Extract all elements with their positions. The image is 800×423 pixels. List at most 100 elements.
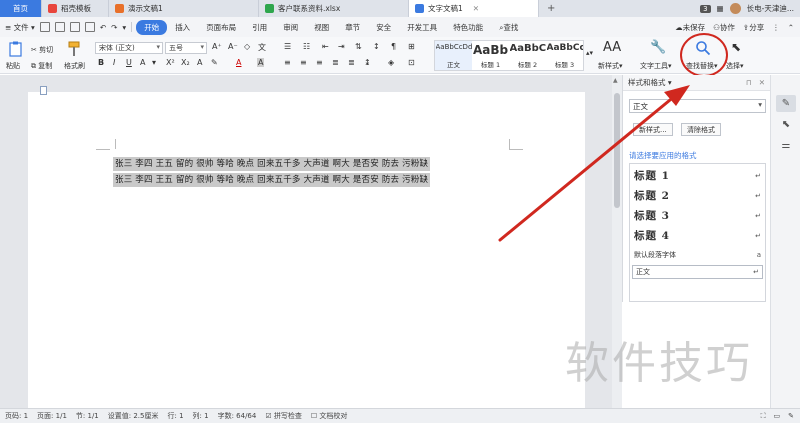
menu-security[interactable]: 安全 — [368, 20, 399, 35]
pin-icon[interactable]: ⊓ — [746, 78, 752, 87]
menu-references[interactable]: 引用 — [244, 20, 275, 35]
outdent-icon[interactable]: ⇤ — [322, 42, 329, 51]
menu-search[interactable]: ⌕查找 — [491, 20, 526, 35]
save-icon[interactable] — [39, 22, 50, 32]
list-item[interactable]: 标题 2 ↵ — [634, 188, 761, 203]
table-icon[interactable]: ⊞ — [408, 42, 415, 51]
align-right-icon[interactable]: ≡ — [316, 58, 323, 67]
menu-insert[interactable]: 插入 — [167, 20, 198, 35]
document-page[interactable]: 张三 李四 王五 留的 很帅 等哈 晚点 回来五千多 大声道 啊大 是否安 防去… — [28, 92, 585, 408]
file-menu[interactable]: ≡ 文件 ▾ — [5, 22, 35, 33]
redo-icon[interactable]: ↷ — [111, 23, 117, 32]
list-item[interactable]: 标题 1 ↵ — [634, 168, 761, 183]
indent-icon[interactable]: ⇥ — [338, 42, 345, 51]
chevron-down-icon[interactable]: ▾ — [152, 58, 156, 67]
style-heading-3[interactable]: AaBbCc 标题 3 — [546, 41, 583, 70]
text-tools-button[interactable]: 文字工具▾ — [640, 61, 672, 71]
clear-format-button[interactable]: 清除格式 — [681, 123, 721, 136]
sort-icon[interactable]: ↕ — [373, 42, 380, 51]
copy-button[interactable]: ⧉ 复制 — [31, 61, 52, 71]
style-normal[interactable]: AaBbCcDd 正文 — [435, 41, 472, 70]
shading-icon[interactable]: ◈ — [388, 58, 394, 67]
chevron-down-icon[interactable]: ▾ — [122, 23, 126, 32]
status-section[interactable]: 节: 1/1 — [76, 411, 99, 421]
subscript-icon[interactable]: X₂ — [181, 58, 190, 67]
edit-mode-icon[interactable]: ✎ — [788, 412, 794, 420]
paste-icon[interactable] — [8, 41, 24, 57]
font-color-icon[interactable]: A — [236, 58, 241, 67]
strike-icon[interactable]: A — [140, 58, 145, 67]
document-text-line[interactable]: 张三 李四 王五 留的 很帅 等哈 晚点 回来五千多 大声道 啊大 是否安 防去… — [113, 173, 431, 187]
select-cursor-icon[interactable]: ⬉ — [776, 116, 796, 133]
underline-icon[interactable]: U — [126, 58, 132, 67]
current-style-select[interactable]: 正文 — [629, 99, 766, 113]
char-shading-icon[interactable]: A — [257, 58, 265, 67]
tab-writer-document[interactable]: 文字文稿1 ✕ — [409, 0, 539, 17]
menu-page-layout[interactable]: 页面布局 — [198, 20, 244, 35]
new-style-button[interactable]: 新样式▾ — [598, 61, 623, 71]
avatar[interactable] — [729, 3, 741, 14]
tab-spreadsheet[interactable]: 客户联系资料.xlsx — [259, 0, 409, 17]
cut-button[interactable]: ✂ 剪切 — [31, 45, 53, 55]
menu-developer[interactable]: 开发工具 — [399, 20, 445, 35]
web-layout-icon[interactable]: ▭ — [774, 412, 781, 420]
status-page[interactable]: 页面: 1/1 — [37, 411, 67, 421]
tab-docer-templates[interactable]: 稻壳模板 — [42, 0, 109, 17]
new-style-icon[interactable]: AA — [603, 40, 621, 55]
list-item[interactable]: 默认段落字体 a — [634, 250, 761, 260]
scroll-up-icon[interactable]: ▲ — [613, 77, 618, 84]
unsaved-status[interactable]: ☁未保存 — [675, 22, 705, 33]
numbered-list-icon[interactable]: ☷ — [303, 42, 310, 51]
line-spacing-icon[interactable]: ↨ — [364, 58, 371, 67]
menu-special[interactable]: 特色功能 — [445, 20, 491, 35]
paste-label[interactable]: 粘贴 — [6, 61, 20, 71]
format-painter-icon[interactable] — [66, 41, 82, 57]
share-button[interactable]: ⇪分享 — [743, 22, 764, 33]
chinese-layout-icon[interactable]: ⇅ — [355, 42, 362, 51]
new-tab-button[interactable]: + — [539, 0, 563, 17]
username[interactable]: 长电-天津迪... — [747, 3, 794, 14]
status-word-count[interactable]: 字数: 64/64 — [218, 411, 257, 421]
proofread-button[interactable]: ☐ 文档校对 — [311, 411, 348, 421]
status-setting[interactable]: 设置值: 2.5厘米 — [108, 411, 159, 421]
border-icon[interactable]: ⊡ — [408, 58, 415, 67]
undo-icon[interactable]: ↶ — [100, 23, 106, 32]
font-family-select[interactable]: 宋体 (正文) — [95, 42, 163, 54]
list-item[interactable]: 正文 ↵ — [632, 265, 763, 279]
superscript-icon[interactable]: X² — [166, 58, 175, 67]
style-gallery-more-icon[interactable]: ▴▾ — [586, 49, 593, 57]
show-marks-icon[interactable]: ¶ — [391, 42, 396, 51]
bullet-list-icon[interactable]: ☰ — [284, 42, 291, 51]
clear-format-icon[interactable]: ◇ — [244, 42, 250, 51]
grid-icon[interactable]: ▦ — [717, 4, 724, 13]
fullscreen-icon[interactable]: ⛶ — [761, 412, 766, 421]
menu-view[interactable]: 视图 — [306, 20, 337, 35]
list-item[interactable]: 标题 4 ↵ — [634, 228, 761, 243]
bold-icon[interactable]: B — [98, 58, 104, 67]
menu-chapter[interactable]: 章节 — [337, 20, 368, 35]
preview-icon[interactable] — [84, 22, 95, 32]
italic-icon[interactable]: I — [113, 58, 115, 67]
more-icon[interactable]: ⋮ — [772, 23, 780, 32]
format-painter-label[interactable]: 格式刷 — [64, 61, 85, 71]
chevron-up-icon[interactable]: ⌃ — [788, 23, 794, 32]
text-effect-icon[interactable]: A — [197, 58, 202, 67]
list-item[interactable]: 标题 3 ↵ — [634, 208, 761, 223]
style-heading-1[interactable]: AaBb 标题 1 — [472, 41, 509, 70]
spell-check-button[interactable]: ☑ 拼写检查 — [265, 411, 302, 421]
new-style-pane-button[interactable]: 新样式... — [633, 123, 673, 136]
scrollbar-thumb[interactable] — [614, 93, 620, 208]
paragraph-handle-icon[interactable] — [40, 86, 47, 95]
shrink-font-icon[interactable]: A⁻ — [228, 42, 238, 51]
collab-button[interactable]: ⚇协作 — [713, 22, 735, 33]
font-size-select[interactable]: 五号 — [165, 42, 207, 54]
close-icon[interactable]: ✕ — [759, 78, 765, 87]
align-center-icon[interactable]: ≡ — [300, 58, 307, 67]
style-pen-icon[interactable]: ✎ — [776, 95, 796, 112]
grow-font-icon[interactable]: A⁺ — [212, 42, 222, 51]
tab-home[interactable]: 首页 — [0, 0, 42, 17]
print-icon[interactable] — [69, 22, 80, 32]
justify-icon[interactable]: ≣ — [332, 58, 339, 67]
align-left-icon[interactable]: ≡ — [284, 58, 291, 67]
window-count-badge[interactable]: 3 — [700, 4, 711, 13]
